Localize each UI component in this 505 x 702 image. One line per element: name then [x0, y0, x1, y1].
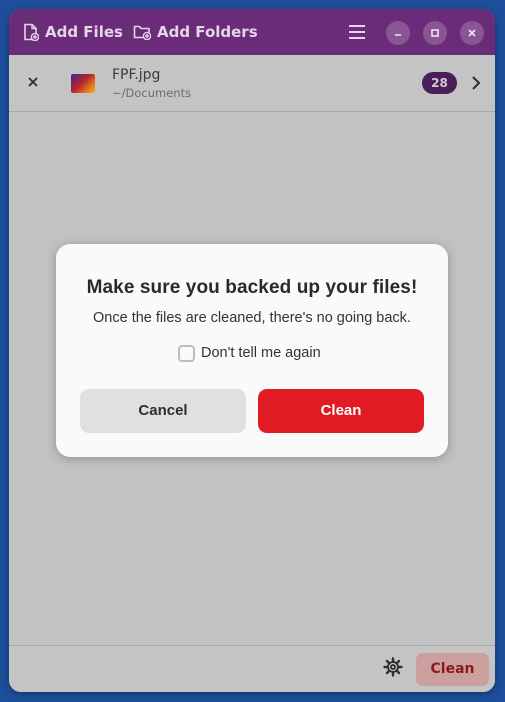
gear-icon[interactable]: [383, 657, 403, 677]
close-icon: [468, 29, 476, 37]
file-path: ~/Documents: [112, 86, 192, 100]
folder-add-icon: [133, 25, 151, 40]
dialog-message: Once the files are cleaned, there's no g…: [93, 310, 411, 326]
add-files-button[interactable]: Add Files: [23, 19, 123, 45]
add-folders-button[interactable]: Add Folders: [133, 19, 258, 45]
clean-button[interactable]: Clean: [258, 389, 424, 433]
chevron-right-icon[interactable]: [470, 74, 482, 92]
file-thumbnail: [71, 74, 95, 93]
minimize-button[interactable]: [386, 21, 410, 45]
bottom-clean-button[interactable]: Clean: [416, 653, 489, 686]
dont-tell-again-row[interactable]: Don't tell me again: [178, 343, 321, 363]
add-files-label: Add Files: [45, 23, 123, 41]
confirm-dialog: Make sure you backed up your files! Once…: [56, 244, 448, 457]
dont-tell-again-label[interactable]: Don't tell me again: [201, 345, 321, 361]
maximize-button[interactable]: [423, 21, 447, 45]
header-bar: Add Files Add Folders: [9, 9, 495, 55]
dialog-title: Make sure you backed up your files!: [86, 277, 418, 298]
file-row[interactable]: FPF.jpg ~/Documents 28: [9, 55, 495, 112]
file-add-icon: [24, 23, 39, 41]
minimize-icon: [395, 34, 401, 36]
dont-tell-again-checkbox[interactable]: [178, 344, 195, 362]
maximize-icon: [431, 29, 439, 37]
hamburger-menu-icon[interactable]: [347, 23, 367, 41]
cancel-button[interactable]: Cancel: [80, 389, 246, 433]
file-name: FPF.jpg: [112, 67, 161, 83]
metadata-count-badge: 28: [422, 72, 457, 94]
bottom-bar: Clean: [9, 645, 495, 692]
add-folders-label: Add Folders: [157, 23, 258, 41]
remove-x-icon[interactable]: [26, 75, 40, 89]
close-window-button[interactable]: [460, 21, 484, 45]
